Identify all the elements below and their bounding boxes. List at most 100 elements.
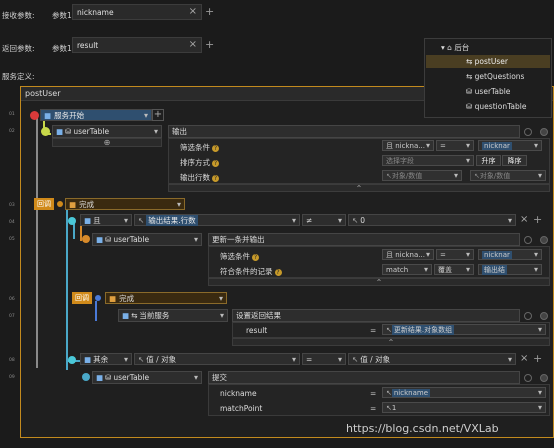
add-child-button[interactable]: ⊕ (52, 138, 162, 147)
filter-value-select[interactable]: nicknar ▾ (478, 249, 542, 260)
service-start-block[interactable]: ■ 服务开始 ▾ (40, 109, 152, 121)
service-icon: ⇆ (466, 72, 475, 81)
filter-value-select[interactable]: nicknar ▾ (478, 140, 542, 151)
table-select[interactable]: ■ ⛁ userTable ▾ (92, 371, 202, 384)
sort-asc-button[interactable]: 升序 (476, 155, 501, 166)
else-logic-select[interactable]: ■ 其余 ▾ (80, 353, 132, 365)
nickname-value-select[interactable]: ↖ nickname ▾ (382, 387, 546, 398)
close-icon[interactable]: × (520, 354, 528, 364)
record-value-select[interactable]: 输出结 ▾ (478, 264, 542, 275)
action-select[interactable]: 输出 (168, 125, 520, 138)
line-number: 04 (9, 220, 15, 225)
database-icon: ⛁ (105, 235, 112, 244)
help-icon[interactable]: ? (212, 145, 219, 152)
toggle-circle-icon[interactable] (540, 236, 548, 244)
help-icon[interactable]: ? (212, 160, 219, 167)
chevron-down-icon[interactable]: ▾ (154, 127, 161, 136)
toggle-circle-icon[interactable] (524, 236, 532, 244)
toggle-circle-icon[interactable] (524, 128, 532, 136)
step-node-icon (82, 235, 90, 243)
collapse-button[interactable]: ⌃ (232, 338, 550, 347)
else-op-select[interactable]: = ▾ (302, 353, 346, 365)
filter-logic-select[interactable]: 且 nickna... ▾ (382, 249, 434, 260)
action-select[interactable]: 设置返回结果 (232, 309, 520, 322)
collapse-button[interactable]: ⌃ (208, 278, 550, 287)
square-icon: ■ (56, 127, 64, 136)
close-icon[interactable]: × (520, 215, 528, 225)
rows-from-select[interactable]: ↖ 对象/数值 ▾ (382, 170, 462, 181)
record-mode-select[interactable]: 覆盖 ▾ (434, 264, 474, 275)
action-select[interactable]: 提交 (208, 371, 520, 384)
add-condition-icon[interactable]: + (533, 353, 542, 364)
start-node-icon (30, 111, 39, 120)
else-right-select[interactable]: ↖ 值 / 对象 ▾ (348, 353, 516, 365)
table-name: userTable (73, 127, 110, 136)
done-block[interactable]: ■ 完成 ▾ (65, 198, 185, 210)
done-block[interactable]: ■ 完成 ▾ (105, 292, 227, 304)
chevron-down-icon[interactable]: ▾ (177, 200, 184, 209)
sort-desc-button[interactable]: 降序 (502, 155, 527, 166)
tree-item-postuser[interactable]: ⇆ postUser (466, 57, 508, 66)
return-param-name: 参数1 (52, 44, 72, 53)
toggle-circle-icon[interactable] (540, 374, 548, 382)
tree-item-getquestions[interactable]: ⇆ getQuestions (466, 72, 524, 81)
condition-op-select[interactable]: ≠ ▾ (302, 214, 346, 226)
add-param-icon[interactable]: + (205, 39, 214, 50)
database-icon: ⛁ (65, 127, 72, 136)
filter-op-select[interactable]: = ▾ (436, 140, 474, 151)
tree-root[interactable]: ▾ ⌂ 后台 (441, 42, 469, 53)
tree-item-usertable[interactable]: ⛁ userTable (466, 87, 510, 96)
help-icon[interactable]: ? (274, 269, 282, 276)
toggle-circle-icon[interactable] (524, 374, 532, 382)
toggle-circle-icon[interactable] (540, 312, 548, 320)
chevron-down-icon[interactable]: ▾ (219, 294, 226, 303)
filter-logic-select[interactable]: 且 nickna... ▾ (382, 140, 434, 151)
else-left-select[interactable]: ↖ 值 / 对象 ▾ (134, 353, 300, 365)
filter-op-select[interactable]: = ▾ (436, 249, 474, 260)
chevron-down-icon[interactable]: ▾ (220, 311, 227, 320)
condition-node-icon (68, 217, 76, 225)
help-icon[interactable]: ? (212, 175, 219, 182)
receive-param-value: nickname (77, 7, 114, 17)
result-value-select[interactable]: ↖ 更新结果.对象数组 ▾ (382, 324, 546, 335)
close-icon[interactable]: × (189, 7, 197, 17)
square-icon: ■ (69, 199, 77, 209)
return-param-value: result (77, 40, 99, 50)
toggle-circle-icon[interactable] (540, 128, 548, 136)
table-select[interactable]: ■ ⛁ userTable ▾ (92, 233, 202, 246)
service-icon: ⇆ (131, 311, 138, 320)
add-condition-icon[interactable]: + (533, 214, 542, 225)
record-match-select[interactable]: match ▾ (382, 264, 432, 275)
sort-label: 排序方式? (180, 158, 219, 167)
receive-param-name: 参数1 (52, 11, 72, 20)
action-select[interactable]: 更新一条并输出 (208, 233, 520, 246)
chevron-down-icon[interactable]: ▾ (144, 111, 151, 120)
filter-label: 筛选条件? (220, 252, 259, 261)
help-icon[interactable]: ? (252, 254, 259, 261)
condition-logic-select[interactable]: ■ 且 ▾ (80, 214, 132, 226)
receive-param-input[interactable]: nickname × (72, 4, 202, 20)
add-step-button[interactable]: + (152, 109, 164, 121)
sort-field-select[interactable]: 选择字段 ▾ (382, 155, 474, 166)
tree-item-questiontable[interactable]: ⛁ questionTable (466, 102, 526, 111)
return-param-input[interactable]: result × (72, 37, 202, 53)
matchpoint-value-select[interactable]: ↖ 1 ▾ (382, 402, 546, 413)
condition-expr-select[interactable]: ↖ 输出结果.行数 ▾ (134, 214, 300, 226)
matchpoint-field-label: matchPoint (220, 404, 263, 413)
condition-value-select[interactable]: ↖ 0 ▾ (348, 214, 516, 226)
square-icon: ■ (122, 311, 130, 320)
add-param-icon[interactable]: + (205, 6, 214, 17)
line-number: 02 (9, 129, 15, 134)
line-number: 03 (9, 203, 15, 208)
database-icon: ⛁ (466, 102, 475, 111)
close-icon[interactable]: × (189, 40, 197, 50)
toggle-circle-icon[interactable] (524, 312, 532, 320)
service-select[interactable]: ■ ⇆ 当前服务 ▾ (118, 309, 228, 322)
collapse-button[interactable]: ⌃ (168, 184, 550, 193)
chevron-down-icon[interactable]: ▾ (194, 373, 201, 382)
service-start-label: 服务开始 (54, 110, 85, 120)
table-select[interactable]: ■ ⛁ userTable ▾ (52, 125, 162, 138)
callback-tag: 回调 (72, 292, 92, 304)
chevron-down-icon[interactable]: ▾ (194, 235, 201, 244)
rows-to-select[interactable]: ↖ 对象/数值 ▾ (470, 170, 546, 181)
